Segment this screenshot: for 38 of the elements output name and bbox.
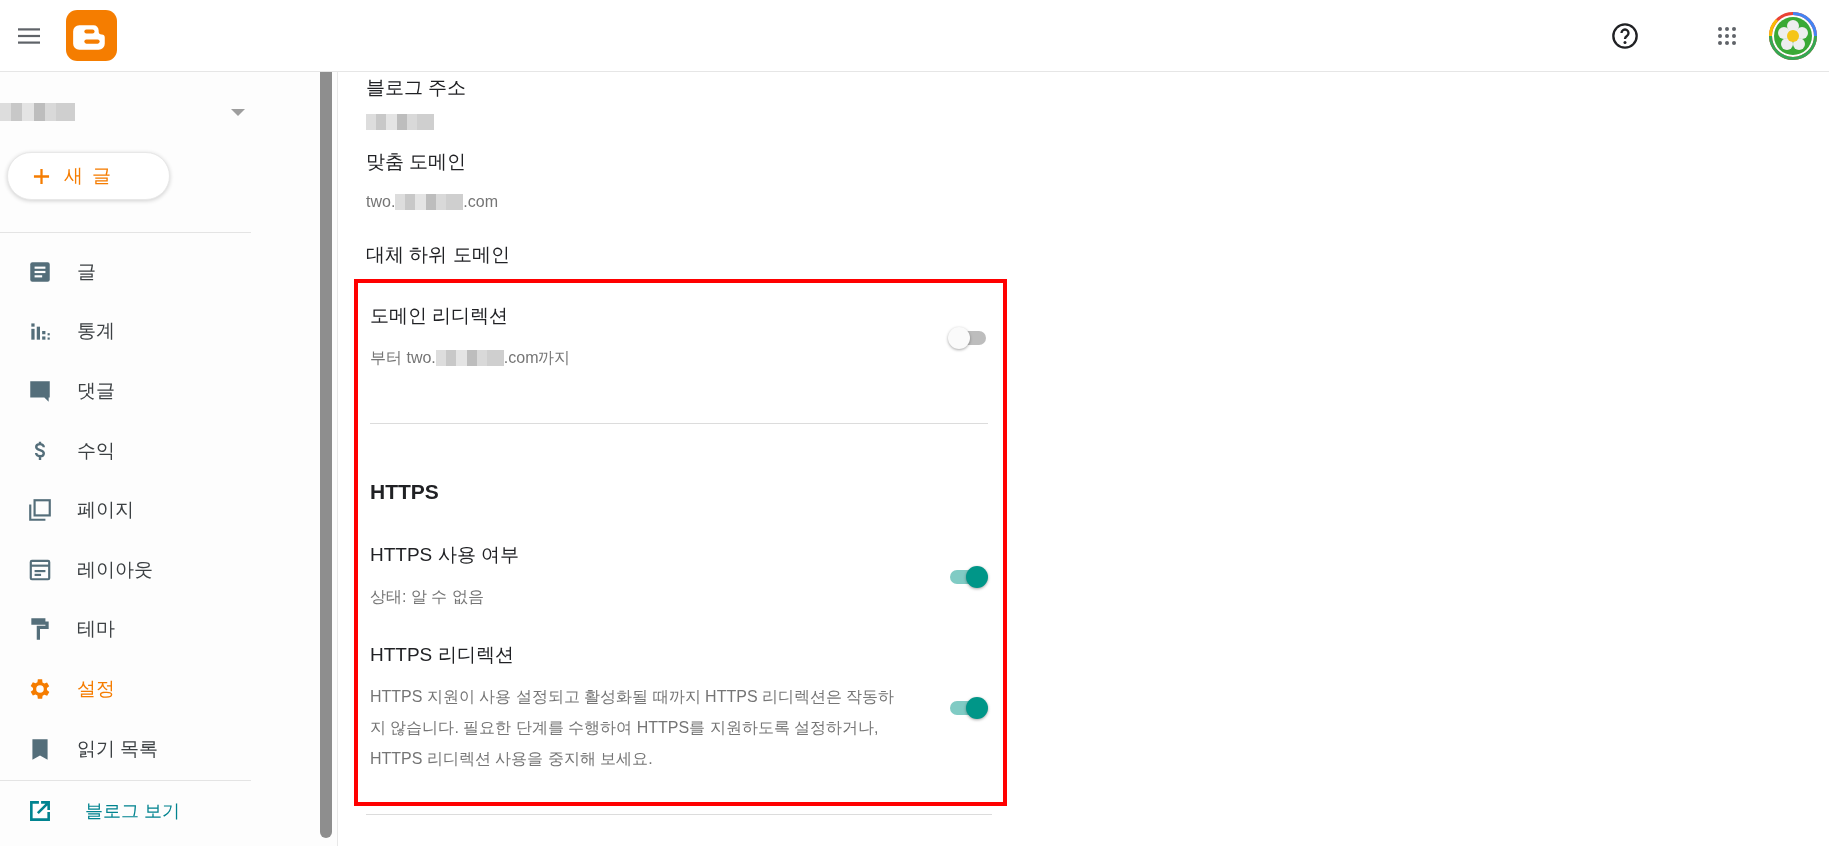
help-icon[interactable] [1611, 21, 1639, 50]
nav-item[interactable]: 통계 [0, 301, 251, 362]
setting-description: 부터 two. [370, 348, 436, 366]
field-label: 맞춤 도메인 [366, 150, 468, 174]
speech-bubble-icon [27, 378, 53, 404]
nav-item[interactable]: 페이지 [0, 480, 251, 540]
redacted-text [435, 349, 504, 366]
toggle-switch[interactable] [948, 696, 988, 721]
scrollbar-thumb[interactable] [320, 72, 332, 838]
nav-item[interactable]: 댓글 [0, 361, 251, 421]
field-value: two. [366, 192, 396, 210]
logo-icon[interactable] [66, 10, 117, 61]
toggle-switch[interactable] [948, 326, 988, 351]
setting-description: HTTPS 지원이 사용 설정되고 활성화될 때까지 HTTPS 리디렉션은 작동하지 않습니다. 필요한 단계를 수행하여 HTTPS를 지원하도록 설정하거나, HTTPS 리디렉션 사용을 중지해 보세요. [370, 688, 895, 767]
view-blog-link[interactable]: 블로그 보기 [0, 781, 251, 842]
nav-item[interactable]: 읽기 목록 [0, 718, 251, 779]
avatar-icon[interactable] [1769, 11, 1817, 60]
redacted-text [395, 193, 464, 210]
plus-icon [33, 167, 50, 185]
field-label: 대체 하위 도메인 [366, 242, 511, 267]
field-value: .com [463, 192, 498, 210]
setting-description: 상태: 알 수 없음 [370, 587, 484, 605]
apps-grid-icon[interactable] [1717, 25, 1737, 46]
nav-item[interactable]: 레이아웃 [0, 539, 251, 600]
setting-label: HTTPS 사용 여부 [370, 542, 520, 567]
setting-label: HTTPS 리디렉션 [370, 643, 515, 668]
setting-label: 도메인 리디렉션 [370, 303, 510, 328]
nav-item[interactable]: 테마 [0, 599, 251, 660]
section-heading: HTTPS [370, 478, 440, 505]
dropdown-caret-icon[interactable] [231, 108, 245, 116]
menu-icon[interactable] [18, 27, 40, 44]
toggle-switch[interactable] [948, 564, 988, 589]
nav-item[interactable]: 글 [0, 242, 251, 302]
setting-description: .com까지 [503, 348, 571, 366]
redacted-text [366, 113, 434, 130]
field-label: 블로그 주소 [366, 76, 468, 100]
nav-item[interactable]: 수익 [0, 420, 251, 481]
stacked-pages-icon [27, 497, 53, 524]
